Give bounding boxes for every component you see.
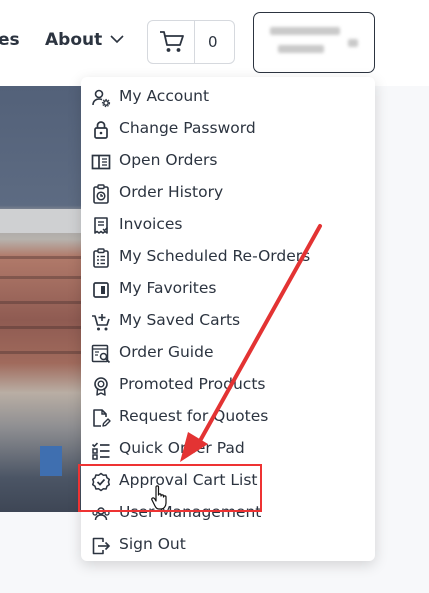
pointer-hand-icon [151, 485, 167, 510]
annotation-highlight-box [78, 464, 262, 512]
